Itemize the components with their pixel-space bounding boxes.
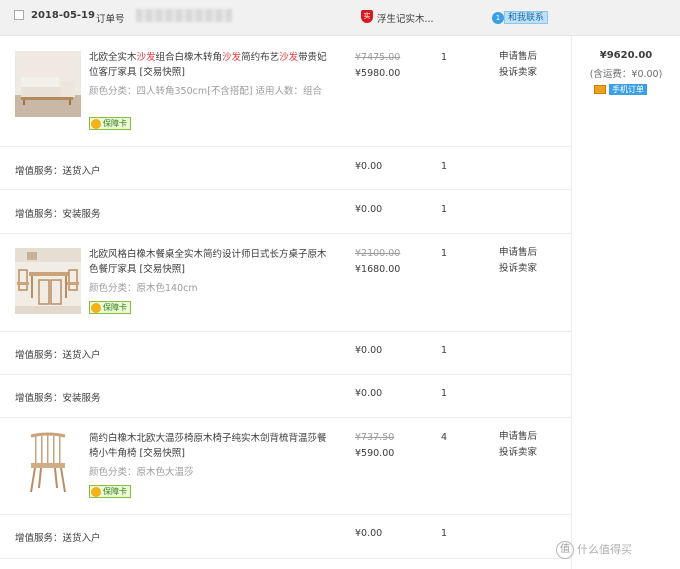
guarantee-icon bbox=[91, 119, 101, 129]
original-price: ¥737.50 bbox=[355, 432, 395, 443]
chair-thumbnail[interactable] bbox=[15, 430, 81, 496]
service-row: 增值服务：安装服务 ¥0.00 1 bbox=[0, 375, 571, 418]
order-item-row: 简约白橡木北欧大温莎椅原木椅子纯实木剑背梳背温莎餐椅小牛角椅 [交易快照] 颜色… bbox=[0, 418, 571, 515]
dining-table-thumbnail[interactable] bbox=[15, 248, 81, 314]
sofa-thumbnail[interactable] bbox=[15, 51, 81, 117]
after-sales-actions: 申请售后 投诉卖家 bbox=[499, 49, 537, 81]
service-label: 增值服务：送货入户 bbox=[15, 533, 101, 544]
mobile-order-tag: 手机订单 bbox=[594, 84, 648, 96]
service-row: 增值服务：安装服务 ¥0.00 1 bbox=[0, 190, 571, 234]
service-label: 增值服务：送货入户 bbox=[15, 166, 101, 177]
product-spec: 颜色分类：原木色140cm bbox=[89, 283, 198, 294]
contact-seller-label: 和我联系 bbox=[504, 11, 549, 24]
complain-seller-link[interactable]: 投诉卖家 bbox=[499, 65, 537, 81]
original-price: ¥7475.00 bbox=[355, 52, 401, 63]
watermark-logo-icon: 值 bbox=[556, 541, 574, 559]
apply-after-sales-link[interactable]: 申请售后 bbox=[499, 49, 537, 65]
product-title-link[interactable]: 北欧全实木沙发组合白橡木转角沙发简约布艺沙发带贵妃位客厅家具 [交易快照] bbox=[89, 50, 329, 80]
quantity: 1 bbox=[441, 248, 448, 259]
complain-seller-link[interactable]: 投诉卖家 bbox=[499, 445, 537, 461]
service-price: ¥0.00 bbox=[355, 161, 383, 172]
order-item-row: 北欧全实木沙发组合白橡木转角沙发简约布艺沙发带贵妃位客厅家具 [交易快照] 颜色… bbox=[0, 36, 571, 147]
shipping-fee: (含运费：¥0.00) bbox=[589, 69, 663, 80]
chat-icon: 1 bbox=[492, 11, 504, 24]
product-title-link[interactable]: 北欧风格白橡木餐桌全实木简约设计师日式长方桌子原木色餐厅家具 [交易快照] bbox=[89, 247, 329, 277]
service-price: ¥0.00 bbox=[355, 528, 383, 539]
complain-seller-link[interactable]: 投诉卖家 bbox=[499, 261, 537, 277]
guarantee-icon bbox=[91, 303, 101, 313]
order-date: 2018-05-19 bbox=[31, 10, 95, 21]
product-spec: 颜色分类：四人转角350cm[不含搭配] 适用人数：组合 bbox=[89, 86, 323, 97]
quantity: 1 bbox=[441, 52, 448, 63]
product-spec: 颜色分类：原木色大温莎 bbox=[89, 467, 194, 478]
column-divider bbox=[571, 36, 572, 569]
order-total-amount: ¥9620.00 bbox=[599, 50, 653, 61]
apply-after-sales-link[interactable]: 申请售后 bbox=[499, 429, 537, 445]
guarantee-badge[interactable]: 保障卡 bbox=[89, 117, 131, 130]
quantity: 4 bbox=[441, 432, 448, 443]
guarantee-badge[interactable]: 保障卡 bbox=[89, 301, 131, 314]
service-quantity: 1 bbox=[441, 388, 448, 399]
service-quantity: 1 bbox=[441, 528, 448, 539]
service-label: 增值服务：安装服务 bbox=[15, 393, 101, 404]
service-quantity: 1 bbox=[441, 161, 448, 172]
mobile-order-label: 手机订单 bbox=[609, 84, 648, 95]
after-sales-actions: 申请售后 投诉卖家 bbox=[499, 245, 537, 277]
order-item-row: 北欧风格白橡木餐桌全实木简约设计师日式长方桌子原木色餐厅家具 [交易快照] 颜色… bbox=[0, 234, 571, 332]
unit-price: ¥1680.00 bbox=[355, 264, 401, 275]
watermark-text: 什么值得买 bbox=[577, 543, 632, 556]
service-row: 增值服务：送货入户 ¥0.00 1 bbox=[0, 332, 571, 375]
service-label: 增值服务：安装服务 bbox=[15, 209, 101, 220]
order-header: 2018-05-19 订单号 实 浮生记实木... 1 和我联系 bbox=[0, 0, 680, 36]
guarantee-badge[interactable]: 保障卡 bbox=[89, 485, 131, 498]
service-quantity: 1 bbox=[441, 345, 448, 356]
guarantee-icon bbox=[91, 487, 101, 497]
unit-price: ¥5980.00 bbox=[355, 68, 401, 79]
order-select-checkbox[interactable] bbox=[14, 10, 24, 20]
product-title-link[interactable]: 简约白橡木北欧大温莎椅原木椅子纯实木剑背梳背温莎餐椅小牛角椅 [交易快照] bbox=[89, 431, 329, 461]
service-row: 增值服务：送货入户 ¥0.00 1 bbox=[0, 515, 571, 559]
original-price: ¥2100.00 bbox=[355, 248, 401, 259]
contact-seller-button[interactable]: 1 和我联系 bbox=[492, 11, 549, 26]
service-price: ¥0.00 bbox=[355, 345, 383, 356]
service-price: ¥0.00 bbox=[355, 388, 383, 399]
shop-name-link[interactable]: 浮生记实木... bbox=[377, 11, 434, 25]
apply-after-sales-link[interactable]: 申请售后 bbox=[499, 245, 537, 261]
service-quantity: 1 bbox=[441, 204, 448, 215]
service-row: 增值服务：送货入户 ¥0.00 1 bbox=[0, 147, 571, 190]
service-price: ¥0.00 bbox=[355, 204, 383, 215]
shop-badge-icon: 实 bbox=[361, 10, 373, 23]
order-number-label: 订单号 bbox=[96, 14, 125, 25]
mobile-order-icon bbox=[594, 85, 606, 94]
unit-price: ¥590.00 bbox=[355, 448, 395, 459]
order-number-redacted bbox=[136, 9, 232, 22]
after-sales-actions: 申请售后 投诉卖家 bbox=[499, 429, 537, 461]
site-watermark: 值什么值得买 bbox=[556, 541, 632, 559]
service-label: 增值服务：送货入户 bbox=[15, 350, 101, 361]
